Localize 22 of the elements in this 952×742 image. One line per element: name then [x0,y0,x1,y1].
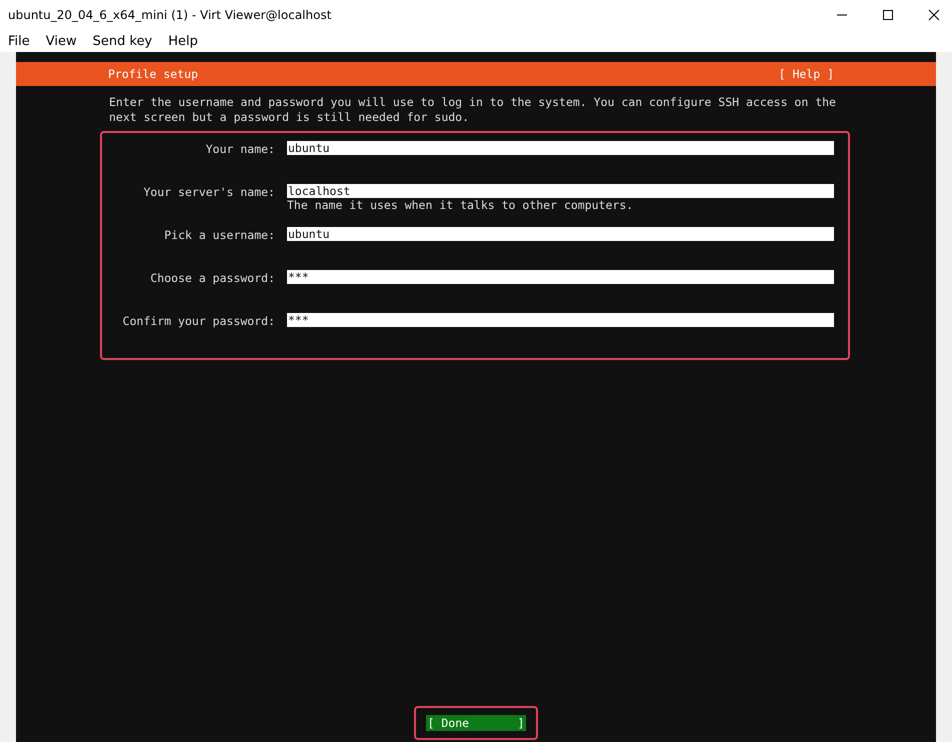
field-label: Confirm your password: [122,313,275,328]
screen-title: Profile setup [108,67,198,81]
help-link[interactable]: [ Help ] [778,67,834,81]
input-field[interactable]: *** [287,270,834,284]
input-field[interactable]: localhost [287,184,834,198]
field-label: Your name: [204,141,275,156]
done-button[interactable]: [ Done ] [426,715,526,731]
input-field[interactable]: ubuntu [287,141,834,155]
field-hint: The name it uses when it talks to other computers. [287,198,634,213]
input-field[interactable]: *** [287,313,834,327]
field-label: Choose a password: [149,270,275,285]
maximize-icon[interactable] [882,9,894,21]
close-icon[interactable] [928,9,940,21]
field-label: Pick a username: [163,227,275,242]
menu-item[interactable]: Help [168,34,198,48]
field-label: Your server's name: [142,184,275,199]
menu-item[interactable]: View [46,34,77,48]
window-title: ubuntu_20_04_6_x64_mini (1) - Virt Viewer@localhost [8,8,332,22]
menu-item[interactable]: Send key [92,34,152,48]
menu-item[interactable]: File [8,34,30,48]
intro-text: Enter the username and password you will use to log in to the system. You can configure SSH access on the next screen but a password is still needed for sudo. [109,95,836,125]
input-field[interactable]: ubuntu [287,227,834,241]
